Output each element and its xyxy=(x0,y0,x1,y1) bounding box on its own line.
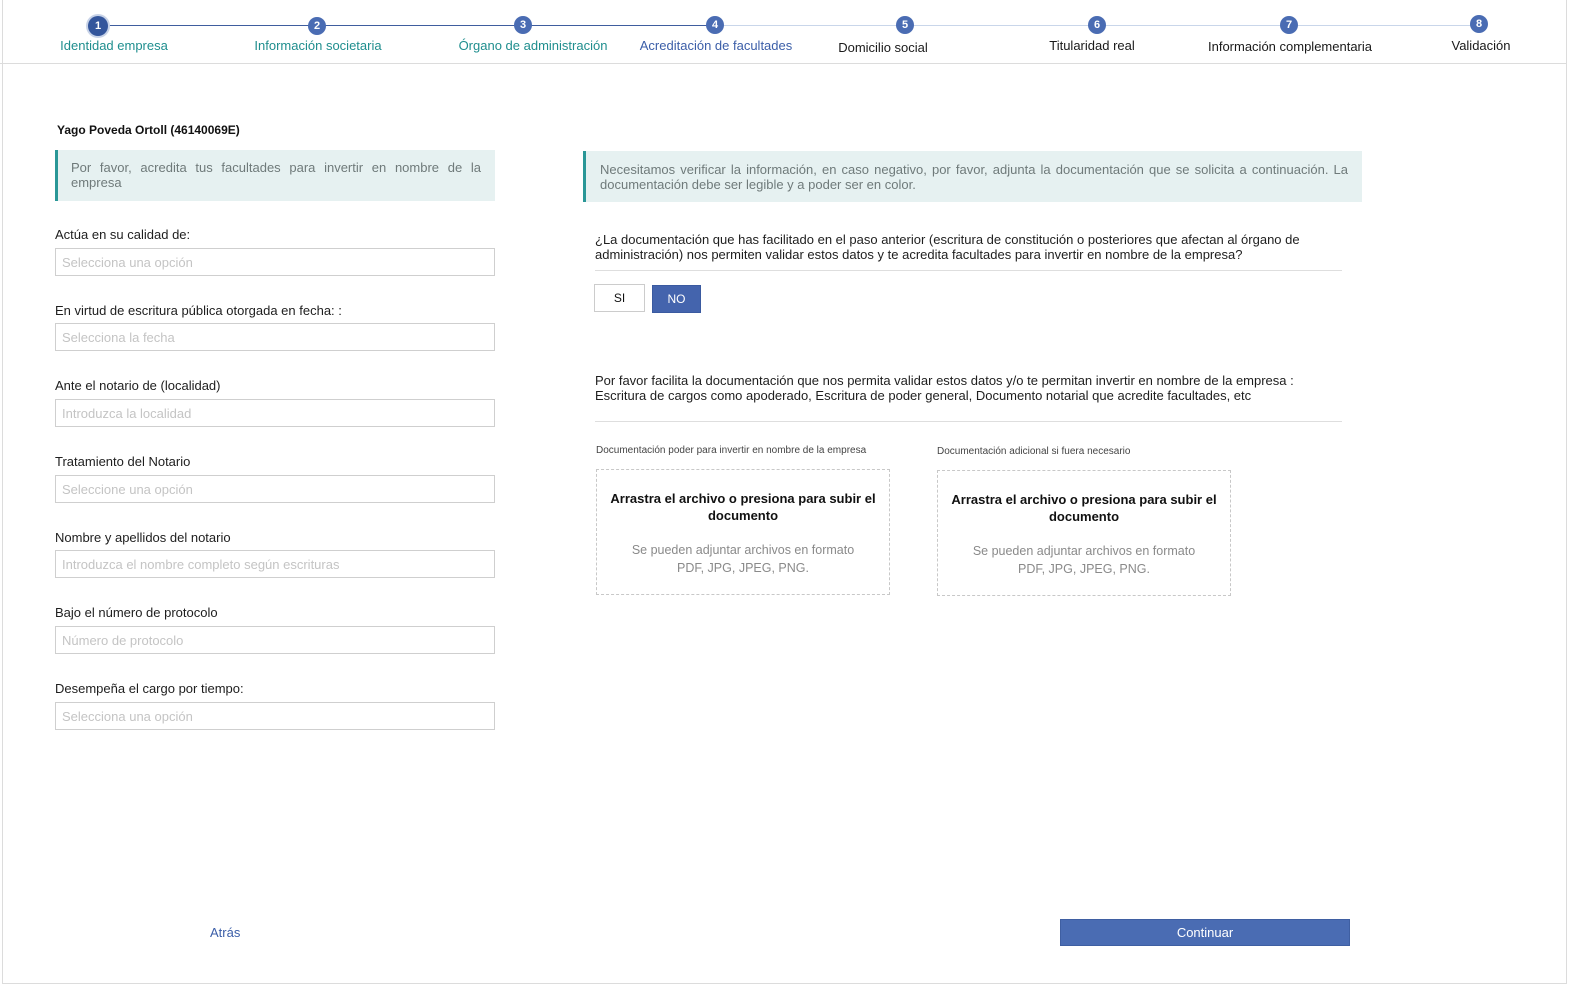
back-button[interactable]: Atrás xyxy=(210,925,240,940)
right-info-banner: Necesitamos verificar la información, en… xyxy=(583,151,1362,202)
capacity-label: Actúa en su calidad de: xyxy=(55,227,191,242)
documentation-divider xyxy=(595,421,1342,422)
upload-power-title: Documentación poder para invertir en nom… xyxy=(596,445,867,456)
notary-locality-label: Ante el notario de (localidad) xyxy=(55,378,221,393)
yes-button[interactable]: SI xyxy=(594,284,645,312)
protocol-number-label: Bajo el número de protocolo xyxy=(55,605,218,620)
upload-power-formats: Se pueden adjuntar archivos en formato P… xyxy=(631,543,855,575)
step-4-marker[interactable]: 4 xyxy=(706,16,724,34)
step-3-label[interactable]: Órgano de administración xyxy=(459,38,608,53)
step-7-label[interactable]: Información complementaria xyxy=(1208,39,1372,54)
step-2-marker[interactable]: 2 xyxy=(308,17,326,35)
step-5-label[interactable]: Domicilio social xyxy=(838,40,928,55)
upload-power-dropzone[interactable]: Arrastra el archivo o presiona para subi… xyxy=(596,469,890,595)
stepper-line-completed xyxy=(98,25,715,26)
capacity-select[interactable] xyxy=(55,248,495,276)
step-8-label[interactable]: Validación xyxy=(1451,38,1510,53)
step-5-marker[interactable]: 5 xyxy=(896,16,914,34)
protocol-number-input[interactable] xyxy=(55,626,495,654)
step-1-marker[interactable]: 1 xyxy=(88,16,108,36)
deed-date-label: En virtud de escritura pública otorgada … xyxy=(55,303,342,318)
upload-power-instruction: Arrastra el archivo o presiona para subi… xyxy=(610,491,876,523)
deed-date-picker[interactable] xyxy=(55,323,495,351)
user-name-heading: Yago Poveda Ortoll (46140069E) xyxy=(57,123,240,137)
upload-additional-instruction: Arrastra el archivo o presiona para subi… xyxy=(951,492,1217,524)
progress-stepper: 1 2 3 4 5 6 7 8 Identidad empresa Inform… xyxy=(0,0,1567,64)
notary-title-label: Tratamiento del Notario xyxy=(55,454,191,469)
step-6-label[interactable]: Titularidad real xyxy=(1049,38,1135,53)
notary-locality-input[interactable] xyxy=(55,399,495,427)
step-2-label[interactable]: Información societaria xyxy=(254,38,381,53)
question-divider xyxy=(595,270,1342,271)
upload-additional-dropzone[interactable]: Arrastra el archivo o presiona para subi… xyxy=(937,470,1231,596)
step-1-label[interactable]: Identidad empresa xyxy=(60,38,168,53)
notary-title-select[interactable] xyxy=(55,475,495,503)
documentation-request-text: Por favor facilita la documentación que … xyxy=(595,373,1294,403)
upload-additional-title: Documentación adicional si fuera necesar… xyxy=(937,446,1131,457)
validation-question: ¿La documentación que has facilitado en … xyxy=(595,232,1300,262)
step-7-marker[interactable]: 7 xyxy=(1280,16,1298,34)
step-3-marker[interactable]: 3 xyxy=(514,16,532,34)
step-4-label[interactable]: Acreditación de facultades xyxy=(640,38,792,53)
left-info-banner: Por favor, acredita tus facultades para … xyxy=(55,150,495,201)
step-6-marker[interactable]: 6 xyxy=(1088,16,1106,34)
notary-name-input[interactable] xyxy=(55,550,495,578)
term-select[interactable] xyxy=(55,702,495,730)
continue-button[interactable]: Continuar xyxy=(1060,919,1350,946)
upload-additional-formats: Se pueden adjuntar archivos en formato P… xyxy=(972,544,1196,576)
term-label: Desempeña el cargo por tiempo: xyxy=(55,681,244,696)
notary-name-label: Nombre y apellidos del notario xyxy=(55,530,231,545)
no-button[interactable]: NO xyxy=(652,285,701,313)
step-8-marker[interactable]: 8 xyxy=(1470,15,1488,33)
